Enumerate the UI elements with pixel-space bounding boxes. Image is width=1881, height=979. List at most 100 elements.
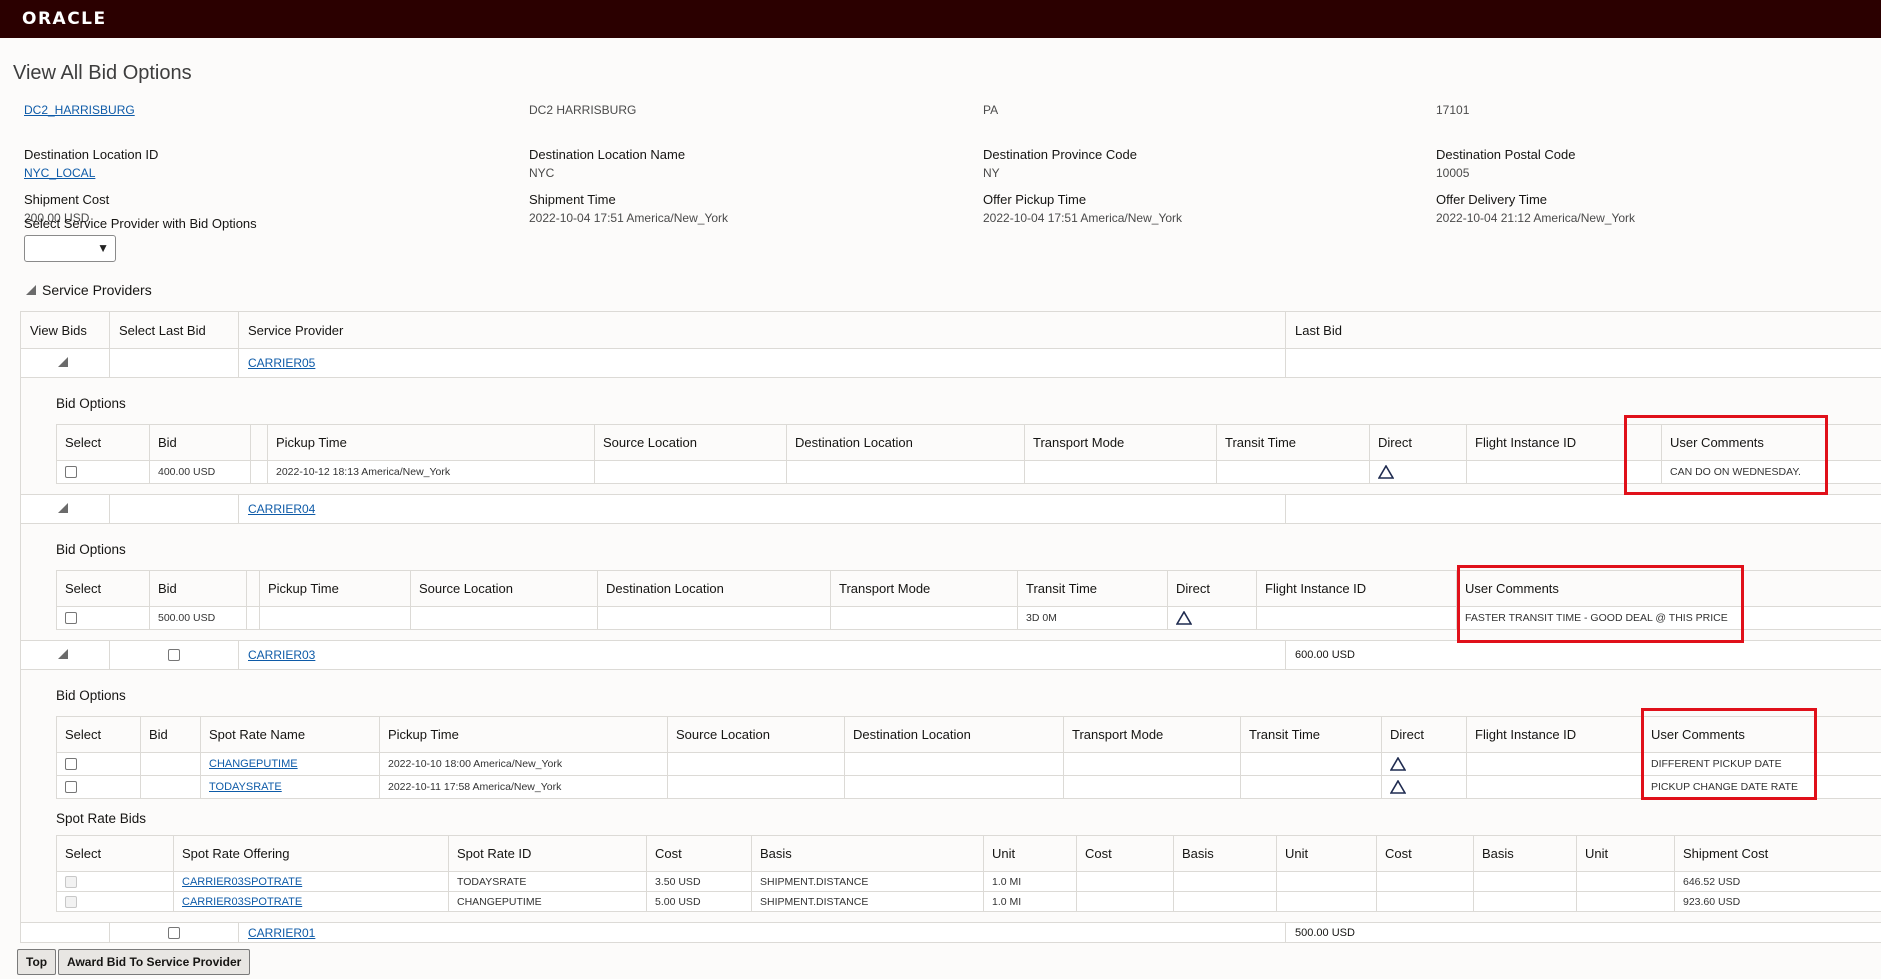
col-last-bid[interactable]: Last Bid [1285, 311, 1881, 349]
col-transport-mode[interactable]: Transport Mode [830, 570, 1018, 607]
select-last-bid-checkbox[interactable] [168, 649, 180, 662]
col-bid[interactable]: Bid [140, 716, 201, 753]
table-header-row: Select Bid Spot Rate Name Pickup Time So… [56, 716, 1881, 753]
expand-triangle-icon[interactable] [58, 648, 68, 659]
col-shipment-cost[interactable]: Shipment Cost [1674, 835, 1881, 872]
destination-location-link[interactable]: NYC_LOCAL [24, 164, 529, 182]
col-cost-2[interactable]: Cost [1076, 835, 1174, 872]
direct-triangle-icon [1390, 780, 1406, 794]
col-select[interactable]: Select [56, 424, 150, 461]
col-transit-time[interactable]: Transit Time [1216, 424, 1370, 461]
table-row: CARRIER03SPOTRATE CHANGEPUTIME 5.00 USD … [56, 891, 1881, 912]
select-last-bid-checkbox[interactable] [168, 926, 180, 939]
select-checkbox[interactable] [65, 781, 77, 794]
service-providers-header[interactable]: Service Providers [26, 282, 152, 298]
col-service-provider[interactable]: Service Provider [238, 311, 1286, 349]
expand-triangle-icon[interactable] [58, 356, 68, 367]
oracle-logo: ORACLE [22, 9, 107, 29]
spot-rate-link[interactable]: CHANGEPUTIME [209, 758, 298, 770]
col-cost-3[interactable]: Cost [1376, 835, 1474, 872]
table-row: 400.00 USD 2022-10-12 18:13 America/New_… [56, 460, 1881, 484]
view-bids-cell [20, 640, 110, 670]
top-button[interactable]: Top [17, 949, 57, 975]
spot-offering-link[interactable]: CARRIER03SPOTRATE [182, 896, 302, 908]
source-location-link[interactable]: DC2_HARRISBURG [24, 101, 529, 119]
col-transport-mode[interactable]: Transport Mode [1024, 424, 1217, 461]
select-provider-dropdown[interactable]: ▼ [24, 235, 116, 262]
info-label: Destination Location ID [24, 147, 159, 162]
award-bid-button[interactable]: Award Bid To Service Provider [58, 949, 251, 975]
col-bid[interactable]: Bid [149, 570, 247, 607]
col-spot-rate-offering[interactable]: Spot Rate Offering [173, 835, 449, 872]
info-label: Destination Location Name [529, 147, 686, 162]
table-row: CARRIER01 500.00 USD [20, 922, 1881, 943]
col-select[interactable]: Select [56, 570, 150, 607]
carrier-link[interactable]: CARRIER03 [248, 648, 315, 662]
transport-mode-cell [1063, 752, 1241, 776]
col-direct[interactable]: Direct [1167, 570, 1257, 607]
col-source-location[interactable]: Source Location [410, 570, 598, 607]
col-transit-time[interactable]: Transit Time [1240, 716, 1382, 753]
col-flight-instance-id[interactable]: Flight Instance ID [1466, 424, 1662, 461]
cost-2-cell [1076, 891, 1174, 912]
info-source-postal: 17101 [1436, 101, 1736, 146]
carrier-link[interactable]: CARRIER05 [248, 356, 315, 370]
select-checkbox[interactable] [65, 612, 77, 625]
basis-3-cell [1473, 871, 1577, 892]
spot-offering-link[interactable]: CARRIER03SPOTRATE [182, 876, 302, 888]
col-unit-3[interactable]: Unit [1576, 835, 1675, 872]
col-pickup-time[interactable]: Pickup Time [379, 716, 668, 753]
col-direct[interactable]: Direct [1369, 424, 1467, 461]
info-shipment-time: Shipment Time 2022-10-04 17:51 America/N… [529, 191, 983, 236]
carrier-link[interactable]: CARRIER01 [248, 926, 315, 940]
col-unit-2[interactable]: Unit [1276, 835, 1377, 872]
table-header-row: View Bids Select Last Bid Service Provid… [20, 311, 1881, 349]
col-transit-time[interactable]: Transit Time [1017, 570, 1168, 607]
cost-cell: 5.00 USD [646, 891, 752, 912]
select-checkbox[interactable] [65, 466, 77, 479]
col-source-location[interactable]: Source Location [594, 424, 787, 461]
col-direct[interactable]: Direct [1381, 716, 1467, 753]
select-checkbox[interactable] [65, 758, 77, 771]
col-basis-2[interactable]: Basis [1173, 835, 1277, 872]
col-spot-rate-name[interactable]: Spot Rate Name [200, 716, 380, 753]
col-view-bids[interactable]: View Bids [20, 311, 110, 349]
col-pickup-time[interactable]: Pickup Time [267, 424, 595, 461]
col-destination-location[interactable]: Destination Location [786, 424, 1025, 461]
col-user-comments[interactable]: User Comments [1456, 570, 1881, 607]
col-pickup-time[interactable]: Pickup Time [259, 570, 411, 607]
transport-mode-cell [830, 606, 1018, 630]
col-user-comments[interactable]: User Comments [1642, 716, 1881, 753]
col-basis-3[interactable]: Basis [1473, 835, 1577, 872]
col-bid[interactable]: Bid [149, 424, 251, 461]
shipment-cost-cell: 646.52 USD [1674, 871, 1881, 892]
col-select[interactable]: Select [56, 716, 141, 753]
col-select-last-bid[interactable]: Select Last Bid [109, 311, 239, 349]
bid-options-panel: Bid Options Select Bid Pickup Time Sourc… [21, 524, 1881, 640]
select-provider-field: Select Service Provider with Bid Options… [24, 216, 257, 262]
page-title: View All Bid Options [13, 62, 192, 84]
col-transport-mode[interactable]: Transport Mode [1063, 716, 1241, 753]
bid-options-table: Select Bid Spot Rate Name Pickup Time So… [56, 716, 1881, 799]
col-user-comments[interactable]: User Comments [1661, 424, 1881, 461]
unit-cell: 1.0 MI [983, 891, 1077, 912]
spot-rate-link[interactable]: TODAYSRATE [209, 781, 282, 793]
col-source-location[interactable]: Source Location [667, 716, 845, 753]
col-destination-location[interactable]: Destination Location [844, 716, 1064, 753]
collapse-triangle-icon[interactable] [26, 285, 36, 295]
carrier-link[interactable]: CARRIER04 [248, 502, 315, 516]
col-basis[interactable]: Basis [751, 835, 984, 872]
flight-cell [1466, 752, 1643, 776]
col-flight-instance-id[interactable]: Flight Instance ID [1256, 570, 1457, 607]
col-spot-rate-id[interactable]: Spot Rate ID [448, 835, 647, 872]
col-flight-instance-id[interactable]: Flight Instance ID [1466, 716, 1643, 753]
col-select[interactable]: Select [56, 835, 174, 872]
shipment-info-grid: DC2_HARRISBURG DC2 HARRISBURG PA 17101 D… [24, 101, 1744, 236]
col-cost[interactable]: Cost [646, 835, 752, 872]
col-destination-location[interactable]: Destination Location [597, 570, 831, 607]
cost-3-cell [1376, 871, 1474, 892]
service-provider-cell: CARRIER05 [238, 348, 1286, 378]
col-unit[interactable]: Unit [983, 835, 1077, 872]
table-header-row: Select Bid Pickup Time Source Location D… [56, 570, 1881, 607]
expand-triangle-icon[interactable] [58, 502, 68, 513]
